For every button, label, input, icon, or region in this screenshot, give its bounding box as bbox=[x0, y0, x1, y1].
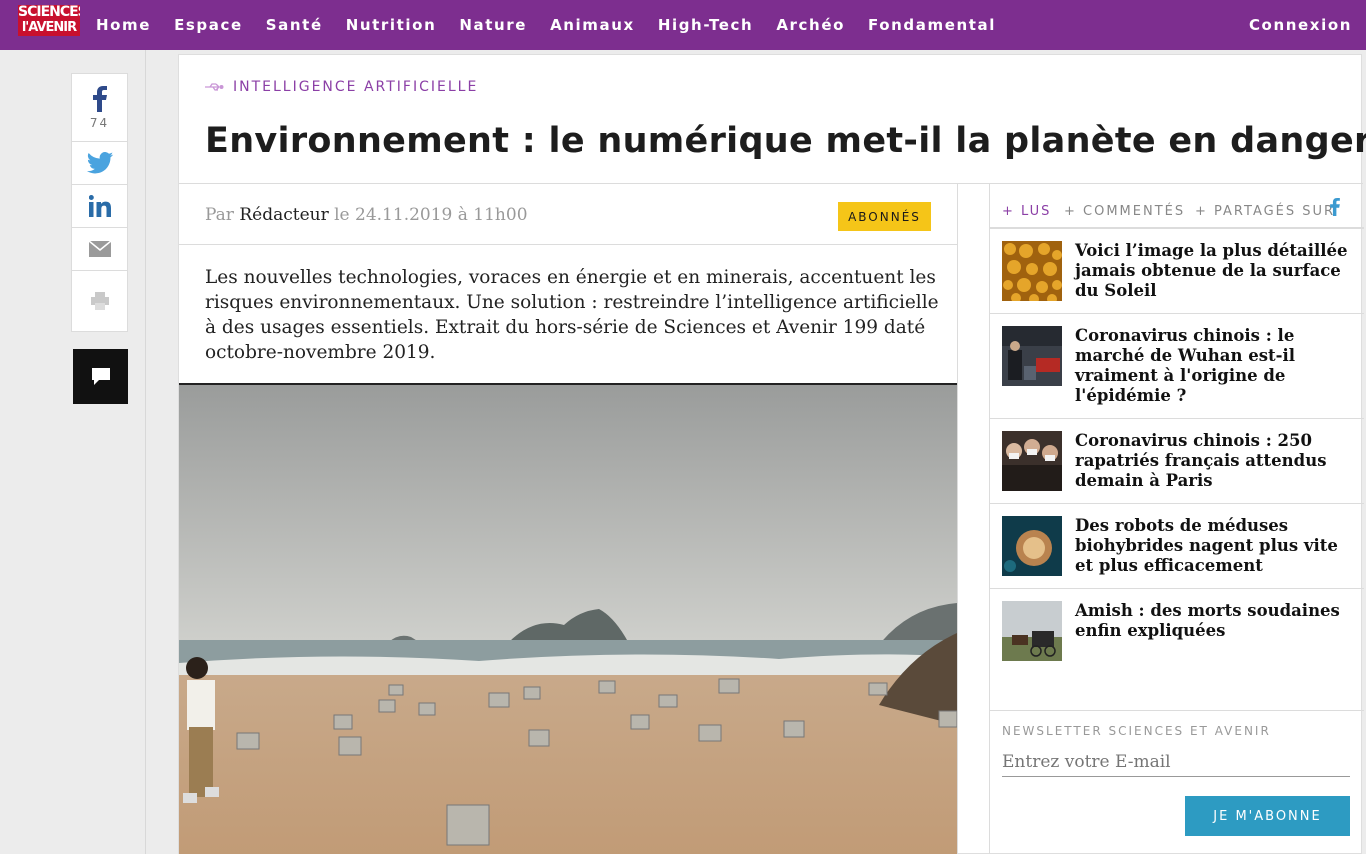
top-navigation-bar: SCIENCES l'AVENIR Home Espace Santé Nutr… bbox=[0, 0, 1366, 50]
newsletter-box: NEWSLETTER SCIENCES ET AVENIR JE M'ABONN… bbox=[990, 710, 1364, 854]
thumbnail-wuhan-market bbox=[1002, 326, 1062, 386]
twitter-share-button[interactable] bbox=[72, 142, 127, 185]
subscribe-button[interactable]: JE M'ABONNE bbox=[1185, 796, 1350, 836]
thumbnail-repatriated-people bbox=[1002, 431, 1062, 491]
article-title: Voici l’image la plus détaillée jamais o… bbox=[1075, 241, 1348, 300]
thumbnail-sun-surface bbox=[1002, 241, 1062, 301]
login-link[interactable]: Connexion bbox=[1249, 0, 1352, 50]
category-label: INTELLIGENCE ARTIFICIELLE bbox=[233, 79, 479, 95]
publish-date: le 24.11.2019 à 11h00 bbox=[334, 205, 528, 225]
facebook-icon bbox=[1330, 198, 1340, 216]
nav-links: Home Espace Santé Nutrition Nature Anima… bbox=[96, 0, 1019, 50]
usb-icon bbox=[205, 83, 224, 91]
linkedin-icon bbox=[88, 195, 111, 217]
tab-most-commented[interactable]: + COMMENTÉS bbox=[1064, 204, 1185, 219]
envelope-icon bbox=[88, 241, 111, 257]
byline-divider bbox=[179, 244, 957, 245]
subscribers-badge: ABONNÉS bbox=[838, 202, 931, 231]
list-item[interactable]: Des robots de méduses biohybrides nagent… bbox=[990, 504, 1364, 589]
nav-link-nature[interactable]: Nature bbox=[459, 16, 527, 34]
facebook-share-button[interactable]: 74 bbox=[72, 74, 127, 142]
linkedin-share-button[interactable] bbox=[72, 185, 127, 228]
nav-link-espace[interactable]: Espace bbox=[174, 16, 243, 34]
logo-line-1: SCIENCES bbox=[18, 5, 80, 20]
list-item[interactable]: Voici l’image la plus détaillée jamais o… bbox=[990, 229, 1364, 314]
article-title: Des robots de méduses biohybrides nagent… bbox=[1075, 516, 1338, 575]
byline: Par Rédacteur le 24.11.2019 à 11h00 bbox=[205, 205, 528, 225]
beach-photo bbox=[179, 385, 957, 854]
ranked-articles: Voici l’image la plus détaillée jamais o… bbox=[990, 229, 1364, 674]
speech-bubble-icon bbox=[91, 367, 110, 385]
author-name[interactable]: Rédacteur bbox=[239, 205, 328, 225]
article-title: Amish : des morts soudaines enfin expliq… bbox=[1075, 601, 1340, 640]
rail-divider bbox=[145, 50, 146, 854]
share-bar: 74 bbox=[71, 73, 128, 332]
hero-image bbox=[179, 383, 957, 854]
article-category[interactable]: INTELLIGENCE ARTIFICIELLE bbox=[205, 79, 478, 95]
nav-link-nutrition[interactable]: Nutrition bbox=[346, 16, 437, 34]
list-item[interactable]: Amish : des morts soudaines enfin expliq… bbox=[990, 589, 1364, 674]
nav-link-fondamental[interactable]: Fondamental bbox=[868, 16, 996, 34]
comments-button[interactable] bbox=[73, 349, 128, 404]
email-field[interactable] bbox=[1002, 747, 1350, 777]
twitter-icon bbox=[86, 152, 113, 174]
article-title: Coronavirus chinois : le marché de Wuhan… bbox=[1075, 326, 1295, 405]
thumbnail-amish-buggy bbox=[1002, 601, 1062, 661]
article-lede: Les nouvelles technologies, voraces en é… bbox=[205, 267, 939, 363]
article-headline: Environnement : le numérique met-il la p… bbox=[205, 121, 1366, 161]
article-card: INTELLIGENCE ARTIFICIELLE Environnement … bbox=[178, 54, 1366, 854]
list-item[interactable]: Coronavirus chinois : le marché de Wuhan… bbox=[990, 314, 1364, 419]
printer-icon bbox=[90, 292, 109, 310]
logo-line-2: l'AVENIR bbox=[21, 20, 77, 35]
thumbnail-jellyfish-robot bbox=[1002, 516, 1062, 576]
nav-link-home[interactable]: Home bbox=[96, 16, 151, 34]
site-logo[interactable]: SCIENCES l'AVENIR bbox=[18, 5, 80, 36]
list-item[interactable]: Coronavirus chinois : 250 rapatriés fran… bbox=[990, 419, 1364, 504]
tab-most-shared[interactable]: + PARTAGÉS SUR bbox=[1195, 204, 1335, 219]
ranking-tabs: + LUS + COMMENTÉS + PARTAGÉS SUR bbox=[990, 184, 1364, 229]
facebook-icon bbox=[92, 85, 107, 112]
newsletter-label: NEWSLETTER SCIENCES ET AVENIR bbox=[1002, 724, 1271, 738]
print-button[interactable] bbox=[72, 271, 127, 331]
email-share-button[interactable] bbox=[72, 228, 127, 271]
nav-link-sante[interactable]: Santé bbox=[266, 16, 323, 34]
article-title: Coronavirus chinois : 250 rapatriés fran… bbox=[1075, 431, 1327, 490]
byline-prefix: Par bbox=[205, 205, 234, 225]
tab-most-read[interactable]: + LUS bbox=[1002, 204, 1051, 219]
nav-link-archeo[interactable]: Archéo bbox=[776, 16, 845, 34]
column-divider bbox=[957, 184, 958, 854]
nav-link-animaux[interactable]: Animaux bbox=[550, 16, 635, 34]
nav-link-high-tech[interactable]: High-Tech bbox=[658, 16, 754, 34]
sidebar: + LUS + COMMENTÉS + PARTAGÉS SUR Voici l… bbox=[989, 184, 1364, 854]
facebook-share-count: 74 bbox=[89, 115, 110, 130]
